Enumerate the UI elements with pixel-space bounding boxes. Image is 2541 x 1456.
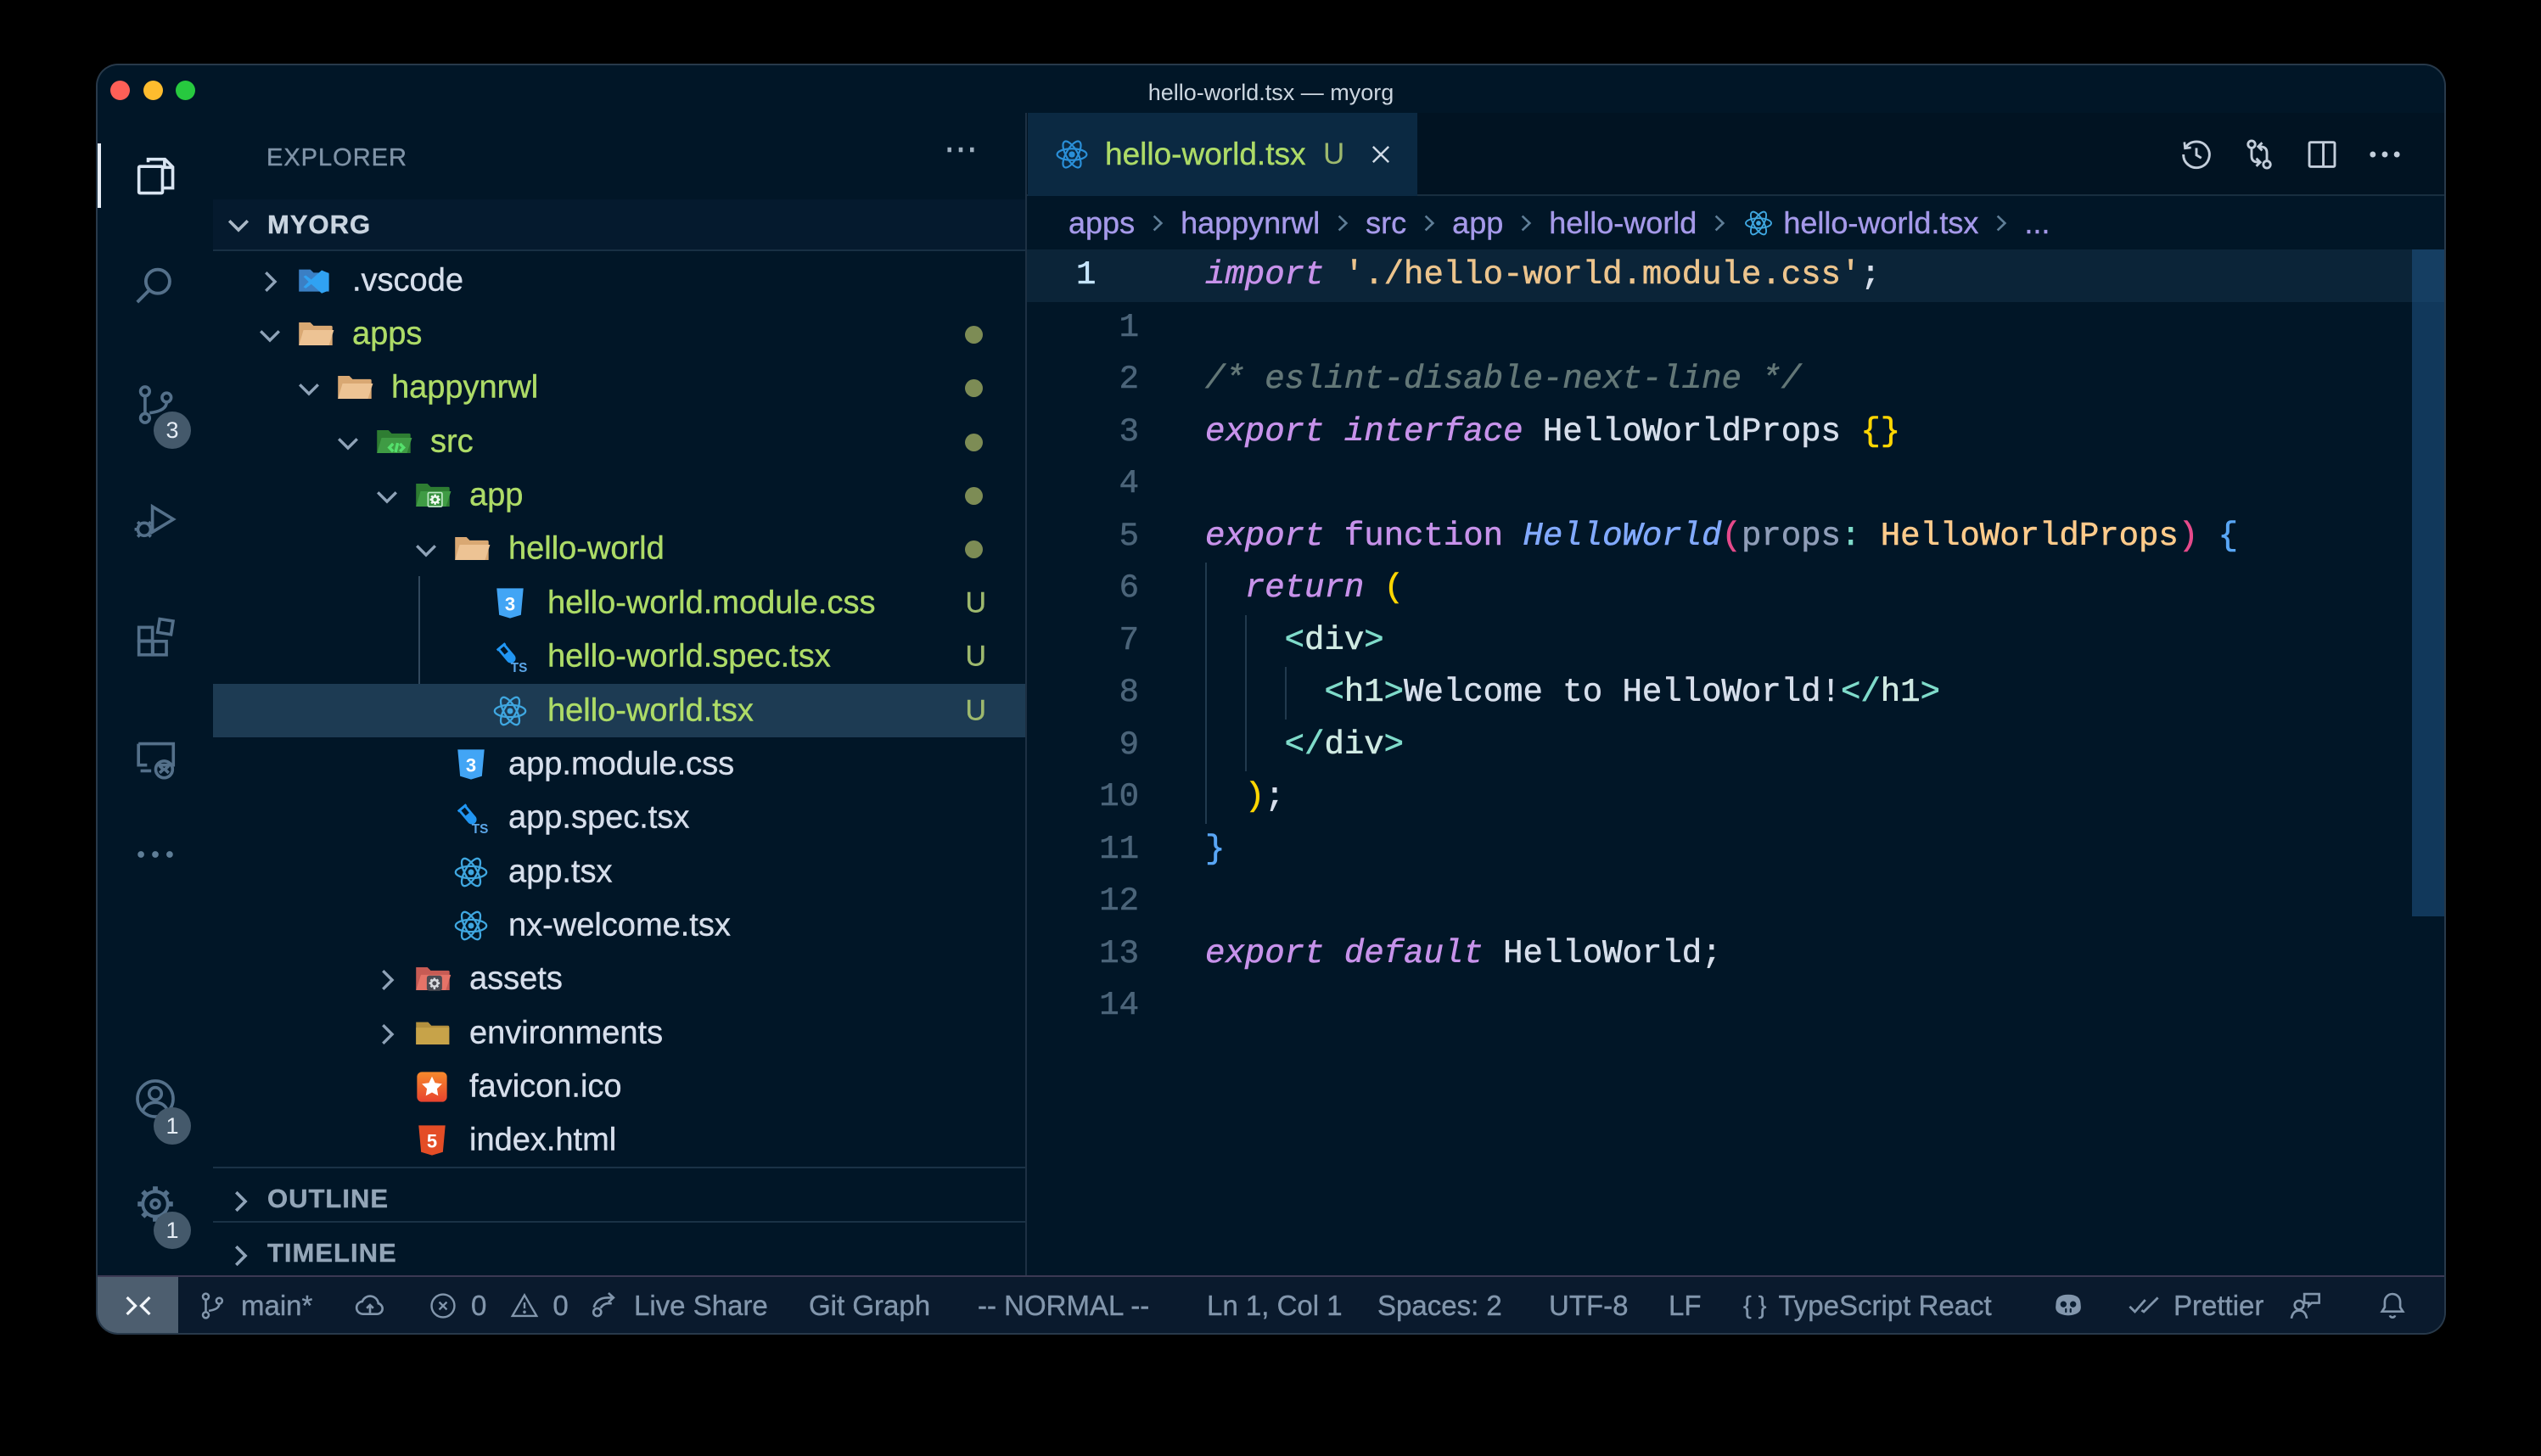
svg-text:3: 3 bbox=[505, 593, 515, 614]
svg-text:3: 3 bbox=[466, 754, 476, 776]
svg-text:5: 5 bbox=[427, 1130, 437, 1151]
svg-text:TS: TS bbox=[511, 661, 528, 675]
svg-text:TS: TS bbox=[472, 822, 489, 837]
